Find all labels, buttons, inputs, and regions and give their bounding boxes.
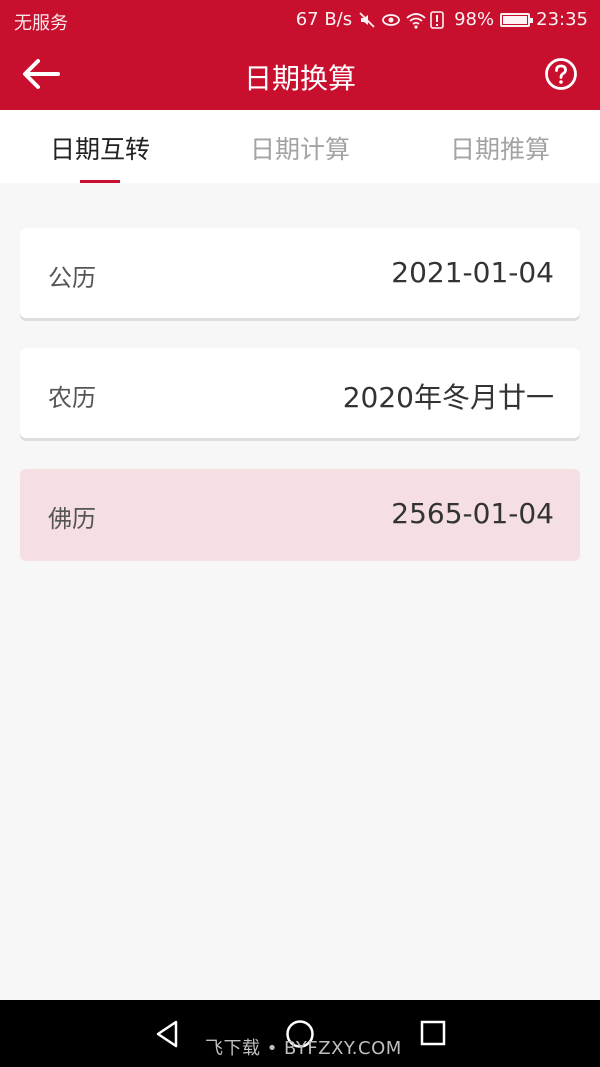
row-value: 2020年冬月廿一 [342,381,554,414]
wifi-icon [406,11,426,29]
clock-time: 23:35 [536,9,588,30]
battery-fill [503,16,528,24]
watermark-text: 飞下载 • BYFZXY.COM [205,1038,402,1059]
tab-date-convert[interactable]: 日期互转 [0,130,200,166]
tab-date-infer[interactable]: 日期推算 [400,130,600,166]
page-title: 日期换算 [243,62,356,95]
tab-date-calculate[interactable]: 日期计算 [200,130,400,166]
network-speed: 67 B/s [295,9,353,30]
battery-icon [500,13,534,27]
alert-icon [430,10,448,29]
app-header: 无服务 67 B/s 98% 23:35 日期换算 [0,0,600,110]
recents-square-icon [420,1020,446,1046]
lunar-row[interactable]: 农历 2020年冬月廿一 [20,348,580,438]
system-back-button[interactable] [152,1018,184,1050]
row-label: 佛历 [48,505,96,533]
toolbar: 日期换算 [0,40,600,110]
question-circle-icon [545,58,577,90]
eye-icon [382,11,401,29]
buddhist-row[interactable]: 佛历 2565-01-04 [20,469,580,561]
row-label: 农历 [48,384,96,412]
mute-icon [358,11,376,29]
back-triangle-icon [156,1020,178,1048]
help-button[interactable] [544,57,578,91]
active-tab-indicator [80,180,120,183]
status-indicators: 67 B/s 98% 23:35 [296,9,588,30]
gregorian-row[interactable]: 公历 2021-01-04 [20,228,580,318]
tab-bar: 日期互转 日期计算 日期推算 [0,110,600,183]
battery-percent: 98% [454,9,495,30]
system-recents-button[interactable] [418,1018,450,1050]
status-bar: 无服务 67 B/s 98% 23:35 [0,0,600,40]
row-label: 公历 [48,264,96,292]
row-value: 2021-01-04 [391,256,554,289]
row-value: 2565-01-04 [391,497,554,530]
carrier-text: 无服务 [14,13,68,34]
